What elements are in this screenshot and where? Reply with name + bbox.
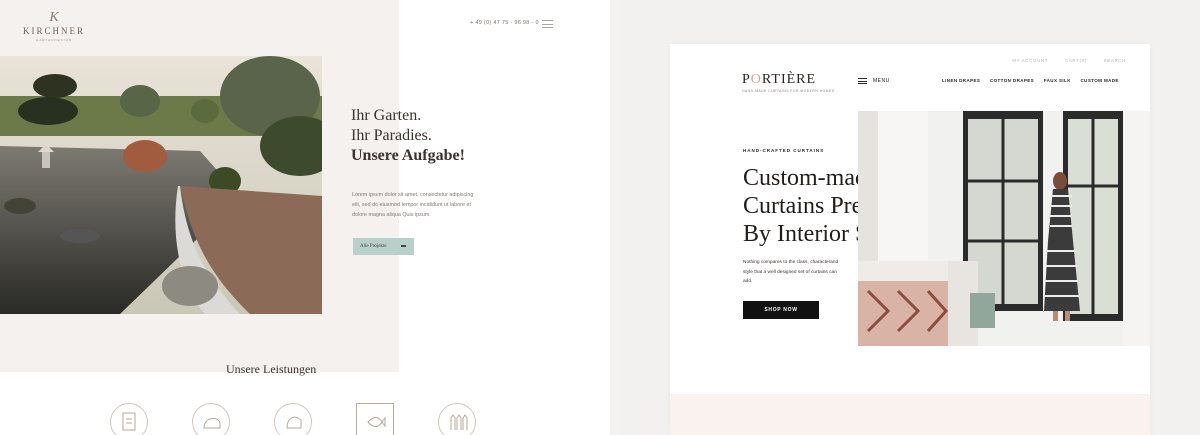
logo-monogram: K: [49, 10, 59, 25]
portiere-logo[interactable]: PORTIÈRE HAND-MADE CURTAINS FOR MODERN H…: [742, 72, 834, 93]
showcase-stage: K KIRCHNER GARTENDESIGN + 49 (0) 47 75 -…: [0, 0, 1200, 435]
logo-tagline: HAND-MADE CURTAINS FOR MODERN HOMES: [742, 89, 835, 93]
fish-icon[interactable]: [356, 403, 394, 435]
logo-wordmark: PORTIÈRE: [742, 72, 817, 87]
services-title: Unsere Leistungen: [226, 362, 317, 376]
hamburger-menu-icon[interactable]: [542, 20, 553, 28]
curtains-hero-photo: [858, 111, 1150, 346]
menu-label: MENU: [873, 78, 890, 84]
logo-name: KIRCHNER: [22, 26, 85, 36]
logo-tagline: GARTENDESIGN: [36, 38, 72, 42]
hamburger-menu-icon: [858, 78, 867, 84]
fence-icon[interactable]: [438, 403, 476, 435]
garden-photo: [0, 56, 322, 314]
nav-linen-drapes[interactable]: LINEN DRAPES: [942, 78, 980, 83]
heading-line-1: Ihr Garten.: [351, 107, 422, 124]
portiere-page-card: MY ACCOUNT CART(0) SEARCH PORTIÈRE HAND-…: [670, 44, 1150, 435]
intro-paragraph: Lorem ipsum dolor sit amet, consectetur …: [352, 192, 474, 218]
plan-icon[interactable]: [110, 403, 148, 435]
account-links: MY ACCOUNT CART(0) SEARCH: [997, 58, 1126, 63]
cart-link[interactable]: CART(0): [1065, 58, 1087, 63]
all-projects-button[interactable]: Alle Projekte: [353, 238, 414, 255]
nav-custom-made[interactable]: CUSTOM MADE: [1081, 78, 1119, 83]
shop-now-button[interactable]: SHOP NOW: [743, 301, 819, 319]
hero-description: Nothing compares to the class, character…: [743, 260, 839, 284]
portiere-website-mockup: MY ACCOUNT CART(0) SEARCH PORTIÈRE HAND-…: [620, 0, 1200, 435]
all-projects-label: Alle Projekte: [360, 244, 387, 249]
heading-line-2: Ihr Paradies.: [351, 127, 432, 144]
heading-line-3: Unsere Aufgabe!: [351, 147, 465, 164]
my-account-link[interactable]: MY ACCOUNT: [1012, 58, 1048, 63]
hero-eyebrow: HAND-CRAFTED CURTAINS: [743, 148, 825, 153]
bush-icon[interactable]: [274, 403, 312, 435]
arrow-right-icon: [401, 245, 406, 247]
kirchner-website-mockup: K KIRCHNER GARTENDESIGN + 49 (0) 47 75 -…: [0, 0, 610, 435]
nav-faux-silk[interactable]: FAUX SILK: [1044, 78, 1071, 83]
nav-cotton-drapes[interactable]: COTTON DRAPES: [990, 78, 1034, 83]
kirchner-logo[interactable]: K KIRCHNER GARTENDESIGN: [22, 10, 86, 43]
search-link[interactable]: SEARCH: [1104, 58, 1126, 63]
card-bottom-band: [670, 394, 1150, 435]
hedge-icon[interactable]: [192, 403, 230, 435]
primary-nav: LINEN DRAPES COTTON DRAPES FAUX SILK CUS…: [942, 78, 1127, 83]
phone-number[interactable]: + 49 (0) 47 75 - 96 98 - 0: [470, 20, 539, 26]
menu-button[interactable]: MENU: [858, 78, 890, 84]
hero-heading: Ihr Garten. Ihr Paradies. Unsere Aufgabe…: [351, 106, 465, 166]
